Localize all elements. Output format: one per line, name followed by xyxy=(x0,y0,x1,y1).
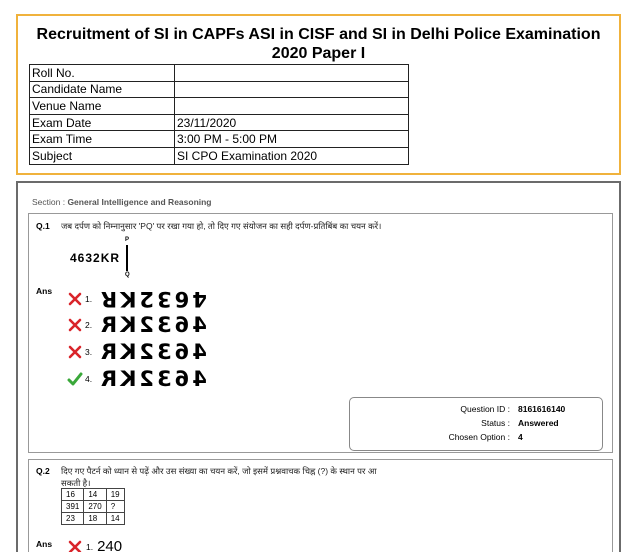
info-value xyxy=(174,97,409,115)
exam-title-line2: 2020 Paper I xyxy=(271,45,366,62)
question-text: जब दर्पण को निम्नानुसार 'PQ' पर रखा गया … xyxy=(61,221,382,231)
grid-cell: ? xyxy=(105,500,125,513)
chosen-option-label: Chosen Option : xyxy=(448,432,510,442)
grid-cell: 391 xyxy=(60,500,85,513)
question-number: Q.2 xyxy=(36,466,50,476)
question-id-label: Question ID : xyxy=(460,404,510,414)
section-prefix: Section : xyxy=(32,197,68,207)
question-1-panel: Q.1 जब दर्पण को निम्नानुसार 'PQ' पर रखा … xyxy=(28,213,613,453)
option-text: 4632KR xyxy=(98,340,207,364)
grid-cell: 19 xyxy=(105,488,125,501)
question-text-line1: दिए गए पैटर्न को ध्यान से पढ़ें और उस सं… xyxy=(61,466,377,476)
grid-cell: 23 xyxy=(60,512,85,525)
answer-option-4[interactable]: 4. 4632KR xyxy=(67,367,207,391)
grid-cell: 270 xyxy=(83,500,107,513)
exam-title-line1: Recruitment of SI in CAPFs ASI in CISF a… xyxy=(36,26,601,43)
option-number: 1. xyxy=(85,294,93,304)
info-row: Venue Name xyxy=(29,97,409,115)
option-text: 4632KR xyxy=(98,367,207,391)
option-number: 2. xyxy=(85,320,93,330)
status-value: Answered xyxy=(518,418,559,428)
correct-check-icon xyxy=(67,372,83,386)
info-label: Subject xyxy=(29,146,175,165)
wrong-cross-icon xyxy=(68,318,82,332)
info-row: Candidate Name xyxy=(29,80,409,99)
info-value xyxy=(174,64,409,82)
info-label: Roll No. xyxy=(29,64,175,82)
grid-cell: 14 xyxy=(105,512,125,525)
question-number: Q.1 xyxy=(36,221,50,231)
grid-row: 23 18 14 xyxy=(60,512,125,525)
answer-option-1[interactable]: 1. 4632KR xyxy=(67,287,207,311)
question-figure: 4632KR xyxy=(70,251,121,265)
info-label: Candidate Name xyxy=(29,80,175,99)
exam-header-card: Recruitment of SI in CAPFs ASI in CISF a… xyxy=(16,14,621,175)
option-number: 4. xyxy=(85,374,93,384)
question-id-value: 8161616140 xyxy=(518,404,566,414)
info-label: Venue Name xyxy=(29,97,175,115)
question-2-panel: Q.2 दिए गए पैटर्न को ध्यान से पढ़ें और उ… xyxy=(28,459,613,552)
question-status-box: Question ID : 8161616140 Status : Answer… xyxy=(349,397,603,451)
wrong-cross-icon xyxy=(68,292,82,306)
number-pattern-grid: 16 14 19 391 270 ? 23 18 14 xyxy=(60,488,125,525)
option-text: 4632KR xyxy=(98,313,207,337)
grid-cell: 14 xyxy=(83,488,107,501)
wrong-cross-icon xyxy=(68,345,82,359)
option-number: 3. xyxy=(85,347,93,357)
exam-title: Recruitment of SI in CAPFs ASI in CISF a… xyxy=(18,25,619,63)
section-label: Section : General Intelligence and Reaso… xyxy=(32,197,212,207)
answer-option-3[interactable]: 3. 4632KR xyxy=(67,340,207,364)
wrong-cross-icon xyxy=(68,540,82,552)
info-row: Exam Time 3:00 PM - 5:00 PM xyxy=(29,130,409,148)
grid-cell: 16 xyxy=(60,488,85,501)
info-row: Roll No. xyxy=(29,64,409,82)
answer-option-2[interactable]: 2. 4632KR xyxy=(67,313,207,337)
info-label: Exam Time xyxy=(29,130,175,148)
info-row: Subject SI CPO Examination 2020 xyxy=(29,146,409,165)
grid-row: 391 270 ? xyxy=(60,500,125,513)
mirror-label-q: Q xyxy=(125,272,130,278)
status-label: Status : xyxy=(481,418,510,428)
option-text: 240 xyxy=(97,538,123,552)
section-name: General Intelligence and Reasoning xyxy=(67,197,212,207)
info-value: SI CPO Examination 2020 xyxy=(174,146,409,165)
mirror-line xyxy=(126,245,128,271)
option-number: 1. xyxy=(86,541,94,552)
answer-option-1[interactable]: 1. 240 xyxy=(67,538,122,552)
info-value xyxy=(174,80,409,99)
chosen-option-value: 4 xyxy=(518,432,523,442)
info-value: 23/11/2020 xyxy=(174,113,409,132)
grid-row: 16 14 19 xyxy=(60,488,125,501)
mirror-label-p: P xyxy=(125,237,130,243)
info-value: 3:00 PM - 5:00 PM xyxy=(174,130,409,148)
answer-label: Ans xyxy=(36,539,53,549)
info-label: Exam Date xyxy=(29,113,175,132)
grid-cell: 18 xyxy=(83,512,107,525)
answer-label: Ans xyxy=(36,286,53,296)
question-paper-card: Section : General Intelligence and Reaso… xyxy=(16,181,621,552)
info-row: Exam Date 23/11/2020 xyxy=(29,113,409,132)
option-text: 4632KR xyxy=(98,287,207,311)
candidate-info-table: Roll No. Candidate Name Venue Name Exam … xyxy=(29,64,409,165)
